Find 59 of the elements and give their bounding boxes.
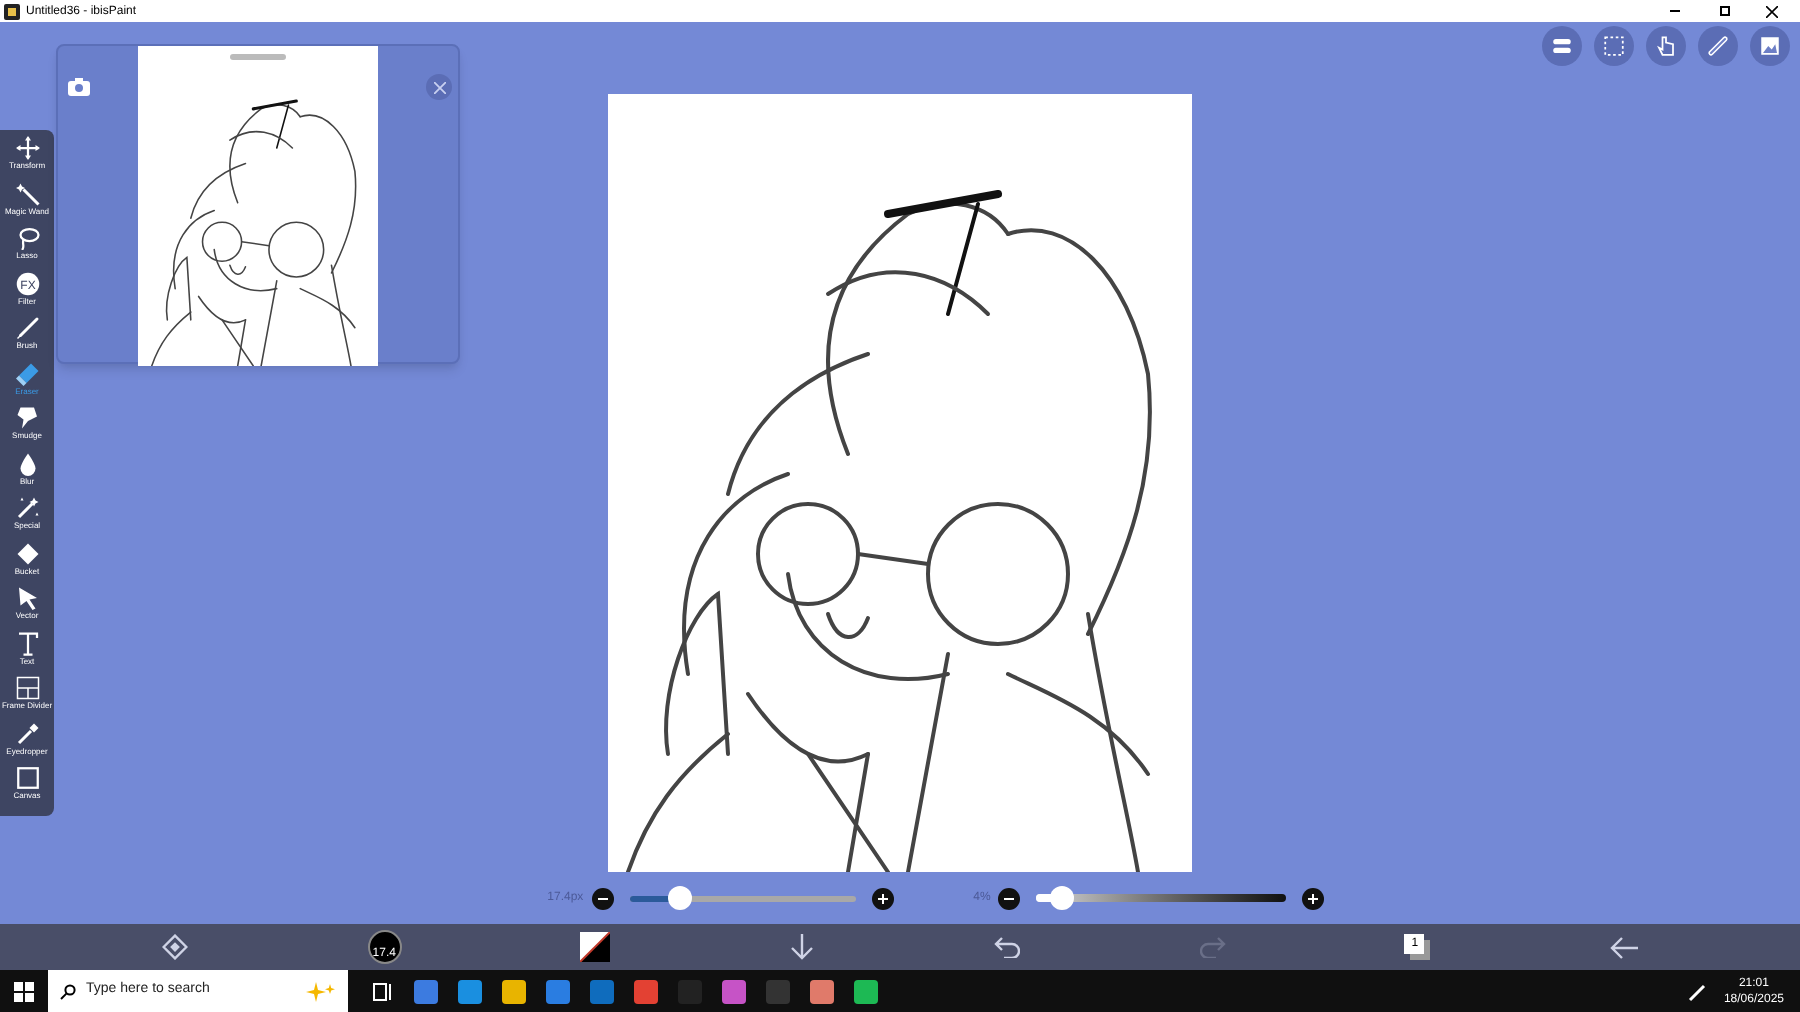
taskbar-app-icon[interactable] [810,979,834,1003]
search-icon [60,983,76,999]
drag-handle[interactable] [230,54,286,60]
hand-icon [1652,32,1680,60]
back-arrow-icon[interactable] [1610,935,1639,959]
tool-icon [15,496,39,520]
tool-icon [15,406,39,430]
tool-icon [15,631,39,655]
slider-thumb[interactable] [667,886,692,910]
minus-icon [597,893,608,903]
plus-icon [877,893,888,903]
tool-icon [15,721,39,745]
taskbar-app-icon[interactable] [458,979,482,1003]
camera-icon[interactable] [68,78,90,96]
selection-icon [1600,32,1628,60]
tool-icon [15,676,39,700]
taskbar-app-icon[interactable] [546,979,570,1003]
sparkle-icon [304,981,336,1001]
tool-icon [15,586,39,610]
toolbar-button[interactable] [1542,26,1582,66]
decrease-button[interactable] [591,887,614,909]
toolbar-button[interactable] [1646,26,1686,66]
down-arrow-icon[interactable] [790,934,815,960]
toolbar-button[interactable] [1750,26,1790,66]
close-button[interactable] [426,74,452,100]
tool-icon [15,226,39,250]
tool-icon [15,541,39,565]
tool-icon [15,316,39,340]
close-icon [433,81,445,93]
taskbar-app-icon[interactable] [634,979,658,1003]
decrease-button[interactable] [998,887,1021,909]
restore-icon[interactable] [1720,6,1730,16]
taskbar-app-icon[interactable] [854,979,878,1003]
color-swatch-icon[interactable] [580,932,611,962]
toolbar-button[interactable] [1698,26,1738,66]
task-view-icon[interactable] [372,981,394,1001]
image-icon [1756,32,1784,60]
tool-icon [15,136,39,160]
taskbar-app-icon[interactable] [414,979,438,1003]
taskbar-app-icon[interactable] [722,979,746,1003]
app-icon [4,3,20,19]
increase-button[interactable] [871,887,894,909]
taskbar-app-icon[interactable] [502,979,526,1003]
increase-button[interactable] [1302,887,1325,909]
plus-icon [1308,893,1319,903]
tool-icon [15,451,39,475]
minus-icon [1004,893,1015,903]
tool-icon [15,766,39,790]
tool-icon [15,181,39,205]
tool-icon [15,361,39,385]
ruler-icon [1704,32,1732,60]
transform-icon[interactable] [161,934,188,960]
slider-thumb[interactable] [1049,886,1074,910]
drawing-canvas[interactable] [608,94,1192,872]
windows-start-icon[interactable] [14,981,34,1001]
pen-icon[interactable] [1687,981,1708,1001]
undo-icon[interactable] [993,936,1020,958]
toolbar-button[interactable] [1594,26,1634,66]
close-icon[interactable] [1766,5,1778,17]
